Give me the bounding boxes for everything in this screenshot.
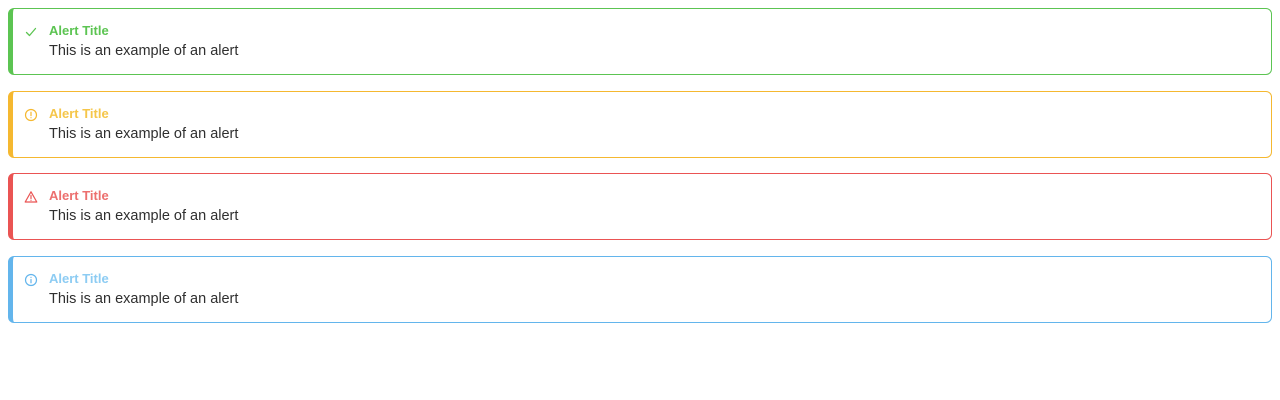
check-icon xyxy=(24,25,38,39)
alert-title: Alert Title xyxy=(49,270,109,286)
alert-error: Alert Title This is an example of an ale… xyxy=(8,173,1272,240)
alert-list: Alert Title This is an example of an ale… xyxy=(8,8,1272,338)
alert-title: Alert Title xyxy=(49,105,109,121)
alert-message: This is an example of an alert xyxy=(49,290,239,307)
warning-circle-icon xyxy=(24,108,38,122)
alert-warning: Alert Title This is an example of an ale… xyxy=(8,90,1272,158)
alert-message: This is an example of an alert xyxy=(49,208,239,224)
alert-message: This is an example of an alert xyxy=(49,125,239,142)
alert-success: Alert Title This is an example of an ale… xyxy=(8,8,1272,75)
warning-triangle-icon xyxy=(24,190,38,204)
alert-message: This is an example of an alert xyxy=(49,43,239,59)
alert-title: Alert Title xyxy=(49,188,109,203)
alert-info: Alert Title This is an example of an ale… xyxy=(8,255,1272,323)
alert-title: Alert Title xyxy=(49,23,109,38)
info-circle-icon xyxy=(24,273,38,287)
